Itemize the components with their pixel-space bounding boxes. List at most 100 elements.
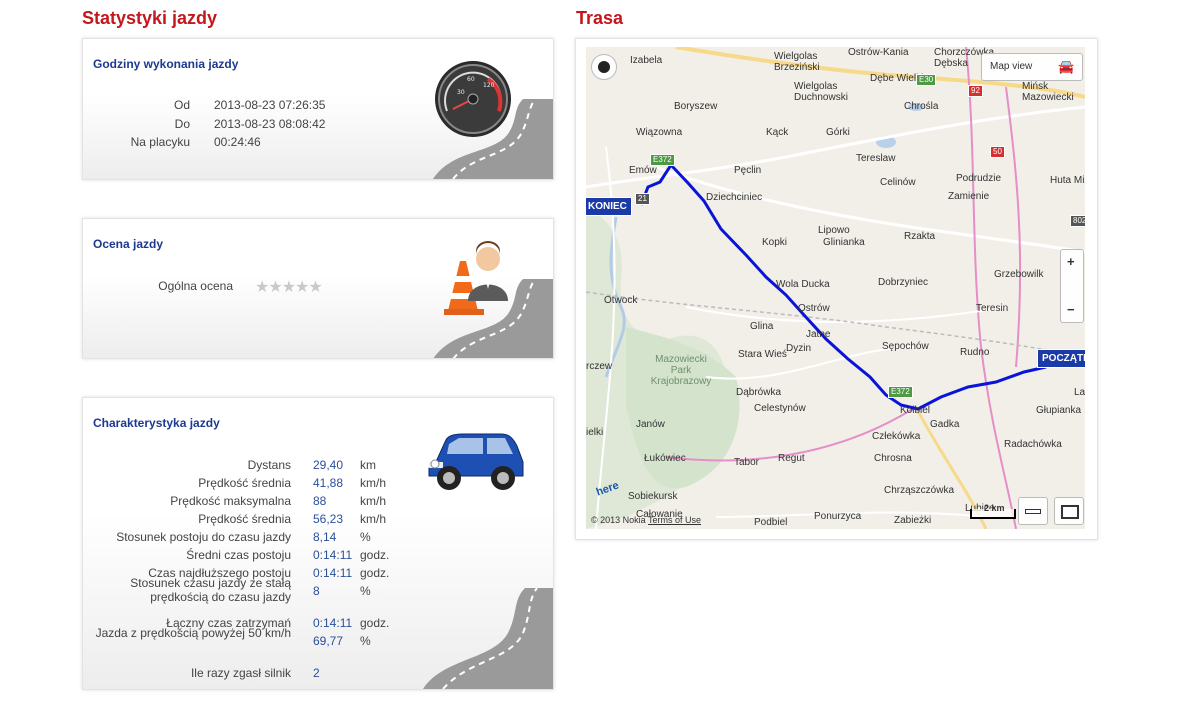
map-copyright: © 2013 Nokia Terms of Use bbox=[591, 515, 701, 525]
map-place-label: Łukówiec bbox=[644, 453, 686, 464]
star-icon: ★ bbox=[255, 279, 269, 296]
characteristic-value: 0:14:11 bbox=[313, 566, 353, 580]
road-badge: 802 bbox=[1070, 215, 1085, 227]
map-place-label: Huta Mińska bbox=[1050, 175, 1085, 186]
map-place-label: Człekówka bbox=[872, 431, 921, 442]
map-place-label: Celestynów bbox=[754, 403, 806, 414]
instructor-with-cone-icon bbox=[444, 241, 508, 315]
hours-from-label: Od bbox=[173, 98, 190, 112]
hours-panel-title: Godziny wykonania jazdy bbox=[93, 57, 239, 71]
star-icon: ★ bbox=[281, 279, 296, 296]
traffic-car-icon: 🚘 bbox=[1058, 59, 1075, 74]
characteristic-value: 0:14:11 bbox=[313, 616, 353, 630]
svg-text:30: 30 bbox=[457, 89, 465, 96]
map-place-label: Wiązowna bbox=[636, 127, 683, 138]
zoom-in-button[interactable]: + bbox=[1067, 254, 1075, 269]
map-place-label: Grzebowilk bbox=[994, 269, 1044, 280]
characteristic-unit: % bbox=[360, 530, 371, 544]
map-view-label: Map view bbox=[990, 61, 1033, 72]
rating-panel: Ocena jazdy Ogólna ocena ★★★★★ bbox=[82, 218, 554, 359]
map-place-label: Mińsk Mazowiecki bbox=[1022, 81, 1074, 103]
star-icon: ★ bbox=[268, 279, 282, 296]
scale-bar-toggle[interactable] bbox=[1018, 497, 1048, 525]
scale-icon bbox=[1025, 509, 1041, 514]
map-place-label: Sępochów bbox=[882, 341, 929, 352]
road-badge: 50 bbox=[990, 146, 1005, 158]
map-place-label: Pęclin bbox=[734, 165, 762, 176]
map-place-label: Radachówka bbox=[1004, 439, 1062, 450]
map-place-label: Stara Wieś bbox=[738, 349, 787, 360]
map-view-button[interactable]: Map view 🚘 bbox=[981, 53, 1083, 81]
left-heading: Statystyki jazdy bbox=[82, 8, 218, 28]
map-place-label: Chrząszczówka bbox=[884, 485, 955, 496]
road-badge: 21 bbox=[635, 193, 650, 205]
rating-stars: ★★★★★ bbox=[255, 277, 323, 297]
characteristic-unit: km/h bbox=[360, 512, 387, 526]
hours-panel: Godziny wykonania jazdy Od 2013-08-23 07… bbox=[82, 38, 554, 180]
map-place-label: Izabela bbox=[630, 55, 663, 66]
scale-label: 2 km bbox=[984, 503, 1005, 513]
map-place-label: Podbiel bbox=[754, 517, 788, 528]
speedometer-icon: 30 60 120 bbox=[435, 61, 511, 137]
hours-onlot-value: 00:24:46 bbox=[214, 135, 261, 149]
map-place-label: Glina bbox=[750, 321, 774, 332]
characteristic-value: 8,14 bbox=[313, 530, 337, 544]
locate-button[interactable] bbox=[591, 54, 617, 80]
map-place-label: Ponurzyca bbox=[814, 511, 862, 522]
map-place-label: Sobiekursk bbox=[628, 491, 678, 502]
route-end-tag: KONIEC bbox=[586, 197, 632, 216]
characteristic-value: 2 bbox=[313, 666, 320, 680]
map-scale: 2 km bbox=[970, 503, 1016, 519]
map-place-label: Głupianka bbox=[1036, 405, 1082, 416]
hours-to-label: Do bbox=[174, 117, 190, 131]
map-place-label: Wola Ducka bbox=[776, 279, 830, 290]
characteristic-unit: godz. bbox=[360, 616, 390, 630]
map-place-label: Teresin bbox=[976, 303, 1009, 314]
rating-panel-title: Ocena jazdy bbox=[93, 237, 164, 251]
map-place-label: Rudno bbox=[960, 347, 990, 358]
map-place-label: Kopki bbox=[762, 237, 788, 248]
map-place-label: ielki bbox=[586, 427, 604, 438]
characteristic-label: Prędkość średnia bbox=[198, 512, 291, 526]
road-badge: 92 bbox=[968, 85, 983, 97]
map-place-label: Dąbrówka bbox=[736, 387, 782, 398]
characteristic-value: 69,77 bbox=[313, 634, 344, 648]
map-place-label: Emów bbox=[629, 165, 657, 176]
svg-text:60: 60 bbox=[467, 76, 475, 83]
star-icon: ★ bbox=[295, 279, 309, 296]
characteristic-label: Stosunek postoju do czasu jazdy bbox=[116, 530, 291, 544]
hours-onlot-label: Na placyku bbox=[130, 135, 190, 149]
map-place-label: Wielgolas Duchnowski bbox=[794, 81, 848, 103]
map-place-label: Regut bbox=[778, 453, 805, 464]
characteristics-panel-title: Charakterystyka jazdy bbox=[93, 416, 220, 430]
characteristic-unit: godz. bbox=[360, 566, 390, 580]
copyright-text: © 2013 Nokia bbox=[591, 515, 646, 525]
zoom-control: + − bbox=[1060, 249, 1084, 323]
car-icon bbox=[428, 433, 524, 490]
zoom-out-button[interactable]: − bbox=[1067, 302, 1075, 317]
route-map[interactable]: Izabela Wielgolas Brzeziński Ostrów-Kania C… bbox=[586, 47, 1085, 529]
terms-link[interactable]: Terms of Use bbox=[648, 515, 701, 525]
characteristic-value: 41,88 bbox=[313, 476, 344, 490]
characteristic-label: Prędkość średnia bbox=[198, 476, 291, 490]
characteristic-label: Prędkość maksymalna bbox=[170, 494, 291, 508]
map-place-label: Dziechciniec bbox=[706, 192, 763, 203]
characteristic-label: Ile razy zgasł silnik bbox=[190, 666, 291, 680]
map-place-label: Podrudzie bbox=[956, 173, 1002, 184]
map-place-label: Chrośla bbox=[904, 101, 939, 112]
map-place-label: Glinianka bbox=[823, 237, 865, 248]
map-place-label: Kąck bbox=[766, 127, 789, 138]
map-place-label: Zamienie bbox=[948, 191, 990, 202]
hours-from-value: 2013-08-23 07:26:35 bbox=[214, 98, 326, 112]
hours-to-value: 2013-08-23 08:08:42 bbox=[214, 117, 326, 131]
characteristic-unit: km/h bbox=[360, 494, 387, 508]
locate-icon bbox=[598, 61, 610, 73]
map-place-label: Celinów bbox=[880, 177, 916, 188]
map-place-label: Rzakta bbox=[904, 231, 936, 242]
map-place-label: Boryszew bbox=[674, 101, 718, 112]
minimap-toggle[interactable] bbox=[1054, 497, 1084, 525]
map-place-label: Kołbiel bbox=[900, 405, 931, 416]
map-place-label: Jatne bbox=[806, 329, 831, 340]
map-place-label: Ostrów bbox=[798, 303, 830, 314]
map-place-label: Tabor bbox=[734, 457, 760, 468]
